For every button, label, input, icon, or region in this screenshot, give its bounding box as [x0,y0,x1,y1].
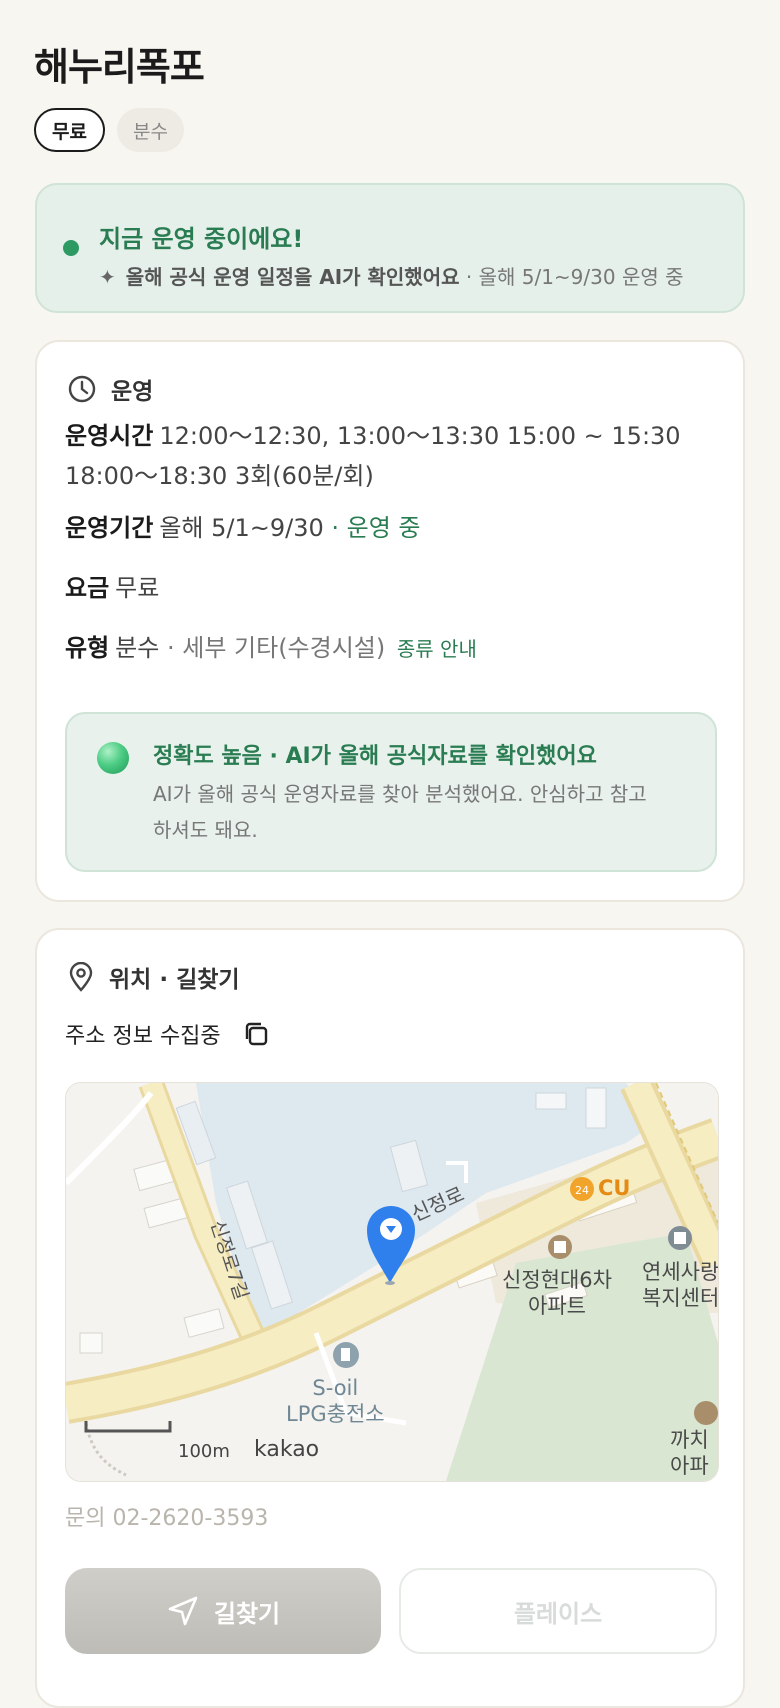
map-poi-cu: CU [598,1176,631,1200]
type-detail: · 세부 기타(수경시설) [166,634,386,662]
period-value: 올해 5/1~9/30 [159,514,324,542]
hours-row: 운영시간 12:00～12:30, 13:00～13:30 15:00 ~ 15:… [65,416,715,496]
map-poi-apartment: 신정현대6차 아파트 [502,1267,612,1319]
status-card: 지금 운영 중이에요! ✦ 올해 공식 운영 일정을 AI가 확인했어요 · 올해… [35,183,745,313]
map-poi-welfare-line2: 복지센터 [642,1286,719,1310]
sparkle-icon: ✦ [99,265,116,289]
map-scale-label: 100m [178,1441,230,1462]
route-button-label: 길찾기 [213,1599,281,1628]
type-value: 분수 [115,634,160,662]
period-label: 운영기간 [65,514,154,542]
map-poi-kkachi: 까치 아파 [670,1427,709,1479]
map-poi-kkachi-line1: 까치 [670,1428,709,1452]
page: 해누리폭포 무료 분수 지금 운영 중이에요! ✦ 올해 공식 운영 일정을 AI… [0,0,780,1708]
map-poi-apartment-line2: 아파트 [528,1294,586,1318]
type-row: 유형 분수 · 세부 기타(수경시설) 종류 안내 [65,628,715,669]
map-poi-kkachi-line2: 아파 [670,1454,709,1478]
place-button[interactable]: 플레이스 [399,1568,717,1654]
chip-fountain[interactable]: 분수 [116,108,184,152]
tag-chips: 무료 분수 [34,108,184,152]
operation-heading: 운영 [111,379,154,405]
place-button-label: 플레이스 [513,1599,603,1628]
map-poi-apartment-line1: 신정현대6차 [502,1268,612,1292]
navigation-arrow-icon [168,1596,198,1626]
status-dot-icon [63,240,79,256]
address-text: 주소 정보 수집중 [65,1024,221,1049]
map-poi-gas-line2: LPG충전소 [286,1402,385,1426]
map-poi-gas: S-oil LPG충전소 [286,1375,385,1427]
chip-free[interactable]: 무료 [34,108,105,152]
operation-card: 운영 운영시간 12:00～12:30, 13:00～13:30 15:00 ~ … [35,340,745,902]
ai-accuracy-title: 정확도 높음 · AI가 올해 공식자료를 확인했어요 [153,744,597,769]
hours-label: 운영시간 [65,422,154,450]
clock-icon [68,375,96,403]
fee-label: 요금 [65,574,110,602]
ai-accuracy-box: 정확도 높음 · AI가 올해 공식자료를 확인했어요 AI가 올해 공식 운영… [65,712,717,872]
contact-phone[interactable]: 문의 02-2620-3593 [65,1500,268,1532]
location-heading: 위치 · 길찾기 [109,967,240,993]
status-ai-note: 올해 공식 운영 일정을 AI가 확인했어요 [125,265,460,289]
type-label: 유형 [65,634,110,662]
map-poi-welfare-line1: 연세사랑 [642,1260,719,1284]
map-poi-gas-line1: S-oil [312,1376,359,1400]
status-period: · 올해 5/1~9/30 운영 중 [465,265,684,289]
hours-value: 12:00～12:30, 13:00～13:30 15:00 ~ 15:30 1… [65,422,681,490]
operation-header: 운영 [67,372,153,406]
fee-row: 요금 무료 [65,568,715,608]
address-row: 주소 정보 수집중 [65,1018,271,1050]
page-title: 해누리폭포 [34,45,205,89]
svg-text:24: 24 [575,1184,589,1197]
map-canvas: 24 [66,1083,718,1481]
period-status: · 운영 중 [331,514,421,542]
fee-value: 무료 [115,574,160,602]
type-guide-link[interactable]: 종류 안내 [397,637,477,661]
map-brand-logo: kakao [254,1437,320,1462]
ai-orb-icon [97,742,129,774]
location-header: 위치 · 길찾기 [67,960,240,994]
route-button[interactable]: 길찾기 [65,1568,381,1654]
map-poi-welfare: 연세사랑 복지센터 [642,1259,719,1311]
ai-accuracy-desc: AI가 올해 공식 운영자료를 찾아 분석했어요. 안심하고 참고하셔도 돼요. [153,782,647,842]
status-title: 지금 운영 중이에요! [99,225,304,253]
copy-icon[interactable] [241,1019,271,1049]
map-view[interactable]: 24 신정로 신정로7길 CU 신정현대6차 아파트 연세사랑 복지센터 S-o… [65,1082,719,1482]
status-subtitle: ✦ 올해 공식 운영 일정을 AI가 확인했어요 · 올해 5/1~9/30 운영… [99,261,684,290]
location-pin-icon [69,962,93,992]
location-card: 위치 · 길찾기 주소 정보 수집중 24 신정로 신정로7길 CU 신정현대6… [35,928,745,1708]
period-row: 운영기간 올해 5/1~9/30 · 운영 중 [65,508,715,548]
